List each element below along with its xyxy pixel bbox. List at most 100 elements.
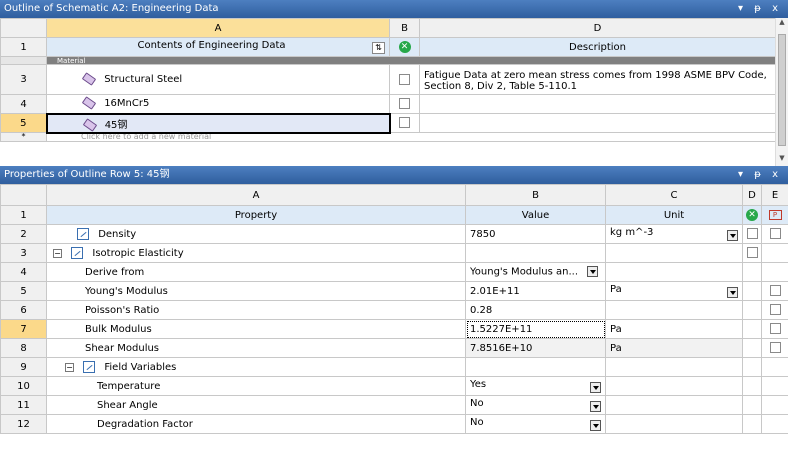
unit-cell[interactable] — [605, 262, 743, 282]
property-label-cell[interactable]: Bulk Modulus — [46, 319, 466, 339]
parameter-cell[interactable] — [761, 300, 788, 320]
value-dropdown-icon[interactable] — [587, 266, 599, 278]
property-row[interactable]: 5 Young's Modulus 2.01E+11 Pa — [0, 281, 788, 301]
add-material-cell[interactable]: Click here to add a new material — [46, 132, 776, 142]
material-name-cell[interactable]: 16MnCr5 — [46, 94, 390, 114]
unit-cell[interactable]: Pa — [605, 281, 743, 301]
value-dropdown-icon[interactable] — [590, 401, 601, 412]
property-label-cell[interactable]: Shear Angle — [46, 395, 466, 415]
suppress-cell[interactable] — [389, 64, 420, 95]
unit-cell[interactable] — [605, 357, 743, 377]
column-b-header[interactable]: B — [465, 184, 606, 206]
value-cell[interactable]: 0.28 — [465, 300, 606, 320]
value-cell[interactable]: No — [465, 395, 606, 415]
pin-icon[interactable]: ᵽ — [754, 0, 765, 18]
value-cell[interactable]: 2.01E+11 — [465, 281, 606, 301]
unit-cell[interactable] — [605, 376, 743, 396]
pin-icon[interactable]: ᵽ — [754, 166, 765, 184]
property-row[interactable]: 7 Bulk Modulus 1.5227E+11 Pa — [0, 319, 788, 339]
property-label-cell[interactable]: − Isotropic Elasticity — [46, 243, 466, 263]
column-b-header[interactable]: B — [389, 18, 420, 38]
property-label-cell[interactable]: Density — [46, 224, 466, 244]
property-row[interactable]: 8 Shear Modulus 7.8516E+10 Pa — [0, 338, 788, 358]
unit-dropdown-icon[interactable] — [727, 287, 738, 298]
description-cell[interactable] — [419, 113, 776, 133]
parameter-checkbox[interactable] — [769, 304, 781, 316]
property-row[interactable]: 12 Degradation Factor No — [0, 414, 788, 434]
row-number[interactable]: 3 — [0, 243, 47, 263]
sort-icon[interactable]: ⇅ — [372, 42, 385, 54]
row-number[interactable]: 7 — [0, 319, 47, 339]
row-number[interactable]: 6 — [0, 300, 47, 320]
add-material-row[interactable]: * Click here to add a new material — [0, 132, 776, 142]
parameter-cell[interactable] — [761, 224, 788, 244]
property-label-cell[interactable]: Poisson's Ratio — [46, 300, 466, 320]
suppress-checkbox[interactable] — [399, 117, 411, 129]
material-row[interactable]: 3 Structural Steel Fatigue Data at zero … — [0, 64, 776, 95]
category-cell[interactable]: Material — [46, 56, 776, 65]
unit-cell[interactable] — [605, 414, 743, 434]
row-number[interactable]: 5 — [0, 113, 47, 133]
row-number[interactable]: 5 — [0, 281, 47, 301]
column-c-header[interactable]: C — [605, 184, 743, 206]
material-name-cell[interactable]: Structural Steel — [46, 64, 390, 95]
column-e-header[interactable]: E — [761, 184, 788, 206]
row-number[interactable]: 9 — [0, 357, 47, 377]
row-number[interactable]: 4 — [0, 262, 47, 282]
suppress-cell[interactable] — [389, 113, 420, 133]
unit-dropdown-icon[interactable] — [727, 230, 738, 241]
parameter-checkbox[interactable] — [769, 285, 781, 297]
property-label-cell[interactable]: Derive from — [46, 262, 466, 282]
value-cell[interactable]: 7.8516E+10 — [465, 338, 606, 358]
value-cell[interactable]: Young's Modulus an... — [465, 262, 606, 282]
column-d-header[interactable]: D — [742, 184, 762, 206]
scroll-up-icon[interactable]: ▲ — [776, 18, 788, 30]
collapse-icon[interactable]: − — [53, 248, 62, 258]
column-a-header[interactable]: A — [46, 184, 466, 206]
row-number[interactable]: 4 — [0, 94, 47, 114]
property-label-cell[interactable]: Shear Modulus — [46, 338, 466, 358]
panel-menu-icon[interactable]: ▾ — [738, 0, 747, 18]
parameter-checkbox[interactable] — [769, 228, 781, 240]
parameter-checkbox[interactable] — [769, 323, 781, 335]
property-label-cell[interactable]: − Field Variables — [46, 357, 466, 377]
column-d-header[interactable]: D — [419, 18, 776, 38]
outline-scrollbar[interactable]: ▲ ▼ — [775, 18, 788, 166]
property-label-cell[interactable]: Young's Modulus — [46, 281, 466, 301]
row-number[interactable]: 8 — [0, 338, 47, 358]
unit-cell[interactable] — [605, 300, 743, 320]
row-number[interactable] — [0, 56, 47, 65]
suppress-checkbox[interactable] — [746, 228, 758, 240]
row-number[interactable]: 3 — [0, 64, 47, 95]
value-cell[interactable] — [465, 243, 606, 263]
description-cell[interactable] — [419, 94, 776, 114]
property-row[interactable]: 2 Density 7850 kg m^-3 — [0, 224, 788, 244]
value-dropdown-icon[interactable] — [590, 382, 601, 393]
property-row[interactable]: 11 Shear Angle No — [0, 395, 788, 415]
material-row[interactable]: 4 16MnCr5 — [0, 94, 776, 114]
suppress-cell[interactable] — [742, 224, 762, 244]
property-row[interactable]: 10 Temperature Yes — [0, 376, 788, 396]
value-dropdown-icon[interactable] — [590, 420, 601, 431]
parameter-cell[interactable] — [761, 281, 788, 301]
material-row-selected[interactable]: 5 45钢 — [0, 112, 776, 134]
corner-cell[interactable] — [0, 18, 47, 38]
corner-cell[interactable] — [0, 184, 47, 206]
suppress-checkbox[interactable] — [746, 247, 758, 259]
value-cell[interactable]: 1.5227E+11 — [465, 319, 606, 339]
close-icon[interactable]: x — [772, 166, 782, 184]
value-cell[interactable]: Yes — [465, 376, 606, 396]
property-row[interactable]: 9 − Field Variables — [0, 357, 788, 377]
unit-cell[interactable]: Pa — [605, 319, 743, 339]
value-cell[interactable]: No — [465, 414, 606, 434]
row-number[interactable]: 2 — [0, 224, 47, 244]
panel-menu-icon[interactable]: ▾ — [738, 166, 747, 184]
value-cell[interactable]: 7850 — [465, 224, 606, 244]
suppress-cell[interactable] — [389, 94, 420, 114]
property-row[interactable]: 4 Derive from Young's Modulus an... — [0, 262, 788, 282]
suppress-checkbox[interactable] — [399, 98, 410, 110]
row-number[interactable]: 12 — [0, 414, 47, 434]
column-a-header[interactable]: A — [46, 18, 390, 38]
unit-cell[interactable]: Pa — [605, 338, 743, 358]
material-name-cell[interactable]: 45钢 — [45, 112, 391, 134]
